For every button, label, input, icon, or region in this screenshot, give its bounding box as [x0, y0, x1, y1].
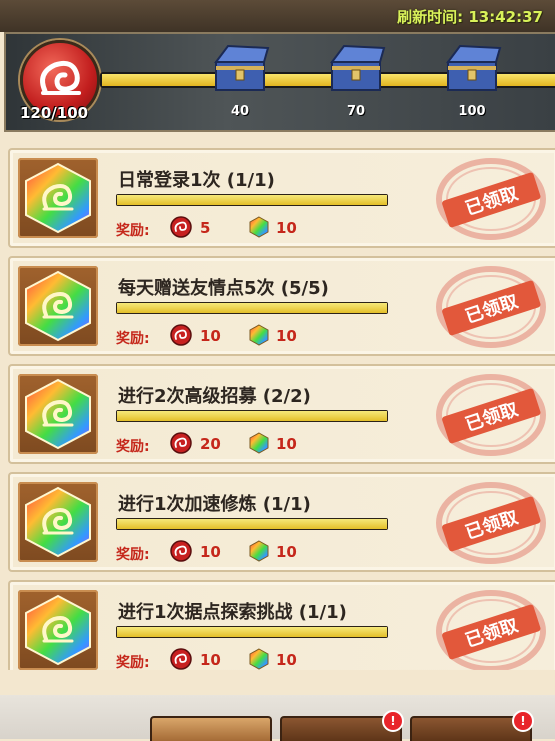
task-title: 进行1次加速修炼 (1/1)	[118, 494, 311, 515]
notification-badge: !	[512, 710, 534, 732]
leaf-emblem-icon	[170, 216, 192, 238]
task-progress-fill	[117, 411, 387, 421]
notification-badge: !	[382, 710, 404, 732]
list-fade	[0, 668, 555, 698]
task-row: 进行1次加速修炼 (1/1) 奖励: 10 10 已领取	[8, 472, 555, 572]
rainbow-gem-icon	[25, 162, 91, 234]
task-row: 日常登录1次 (1/1) 奖励: 5 10 已领取	[8, 148, 555, 248]
reward-label: 奖励:	[116, 439, 150, 455]
activity-progress-panel: 120/100 40 70 100	[4, 32, 555, 132]
task-title: 进行1次据点探索挑战 (1/1)	[118, 602, 347, 623]
leaf-emblem-icon	[170, 648, 192, 670]
task-icon	[18, 590, 98, 670]
task-progress-fill	[117, 627, 387, 637]
leaf-emblem-icon	[170, 540, 192, 562]
chest-label: 70	[346, 104, 366, 119]
header-bar: 刷新时间: 13:42:37	[0, 0, 555, 32]
leaf-emblem-icon	[170, 432, 192, 454]
task-progress-fill	[117, 303, 387, 313]
tab-2[interactable]: !	[280, 710, 404, 741]
rainbow-gem-icon	[249, 324, 269, 346]
chest-label: 100	[458, 104, 486, 119]
leaf-emblem-icon	[170, 324, 192, 346]
rainbow-gem-icon	[25, 270, 91, 342]
rainbow-gem-icon	[249, 648, 269, 670]
chest-100[interactable]	[440, 42, 504, 94]
reward-value-gems: 10	[276, 219, 297, 237]
chest-label: 40	[230, 104, 250, 119]
claimed-stamp: 已领取	[429, 156, 549, 242]
task-row: 每天赠送友情点5次 (5/5) 奖励: 10 10 已领取	[8, 256, 555, 356]
reward-value-gems: 10	[276, 543, 297, 561]
rainbow-gem-icon	[249, 432, 269, 454]
task-row: 进行1次据点探索挑战 (1/1) 奖励: 10 10 已领取	[8, 580, 555, 670]
task-icon	[18, 374, 98, 454]
reward-label: 奖励:	[116, 223, 150, 239]
tab-1[interactable]	[150, 716, 272, 741]
task-title: 每天赠送友情点5次 (5/5)	[118, 278, 329, 299]
refresh-time: 13:42:37	[468, 8, 543, 26]
rainbow-gem-icon	[249, 540, 269, 562]
reward-value-points: 10	[200, 327, 221, 345]
rainbow-gem-icon	[249, 216, 269, 238]
task-row: 进行2次高级招募 (2/2) 奖励: 20 10 已领取	[8, 364, 555, 464]
claimed-stamp: 已领取	[429, 588, 549, 670]
task-progress-fill	[117, 519, 387, 529]
chest-70[interactable]	[324, 42, 388, 94]
reward-value-points: 10	[200, 543, 221, 561]
reward-value-gems: 10	[276, 435, 297, 453]
task-list[interactable]: 日常登录1次 (1/1) 奖励: 5 10 已领取 每天赠送友情点5次 (5/5…	[0, 140, 555, 670]
task-icon	[18, 482, 98, 562]
reward-value-points: 20	[200, 435, 221, 453]
reward-value-points: 10	[200, 651, 221, 669]
reward-value-points: 5	[200, 219, 211, 237]
rainbow-gem-icon	[25, 486, 91, 558]
chest-40[interactable]	[208, 42, 272, 94]
reward-value-gems: 10	[276, 651, 297, 669]
task-progress-bar	[116, 518, 388, 530]
refresh-label: 刷新时间:	[397, 8, 464, 26]
task-icon	[18, 158, 98, 238]
claimed-stamp: 已领取	[429, 372, 549, 458]
task-title: 进行2次高级招募 (2/2)	[118, 386, 311, 407]
reward-value-gems: 10	[276, 327, 297, 345]
task-icon	[18, 266, 98, 346]
task-progress-bar	[116, 410, 388, 422]
rainbow-gem-icon	[25, 594, 91, 666]
task-progress-bar	[116, 626, 388, 638]
reward-label: 奖励:	[116, 331, 150, 347]
task-title: 日常登录1次 (1/1)	[118, 170, 275, 191]
task-progress-bar	[116, 302, 388, 314]
task-progress-bar	[116, 194, 388, 206]
tab-3[interactable]: !	[410, 710, 534, 741]
reward-label: 奖励:	[116, 547, 150, 563]
refresh-timer: 刷新时间: 13:42:37	[397, 6, 543, 27]
task-progress-fill	[117, 195, 387, 205]
claimed-stamp: 已领取	[429, 480, 549, 566]
rainbow-gem-icon	[25, 378, 91, 450]
activity-points: 120/100	[20, 104, 89, 122]
claimed-stamp: 已领取	[429, 264, 549, 350]
